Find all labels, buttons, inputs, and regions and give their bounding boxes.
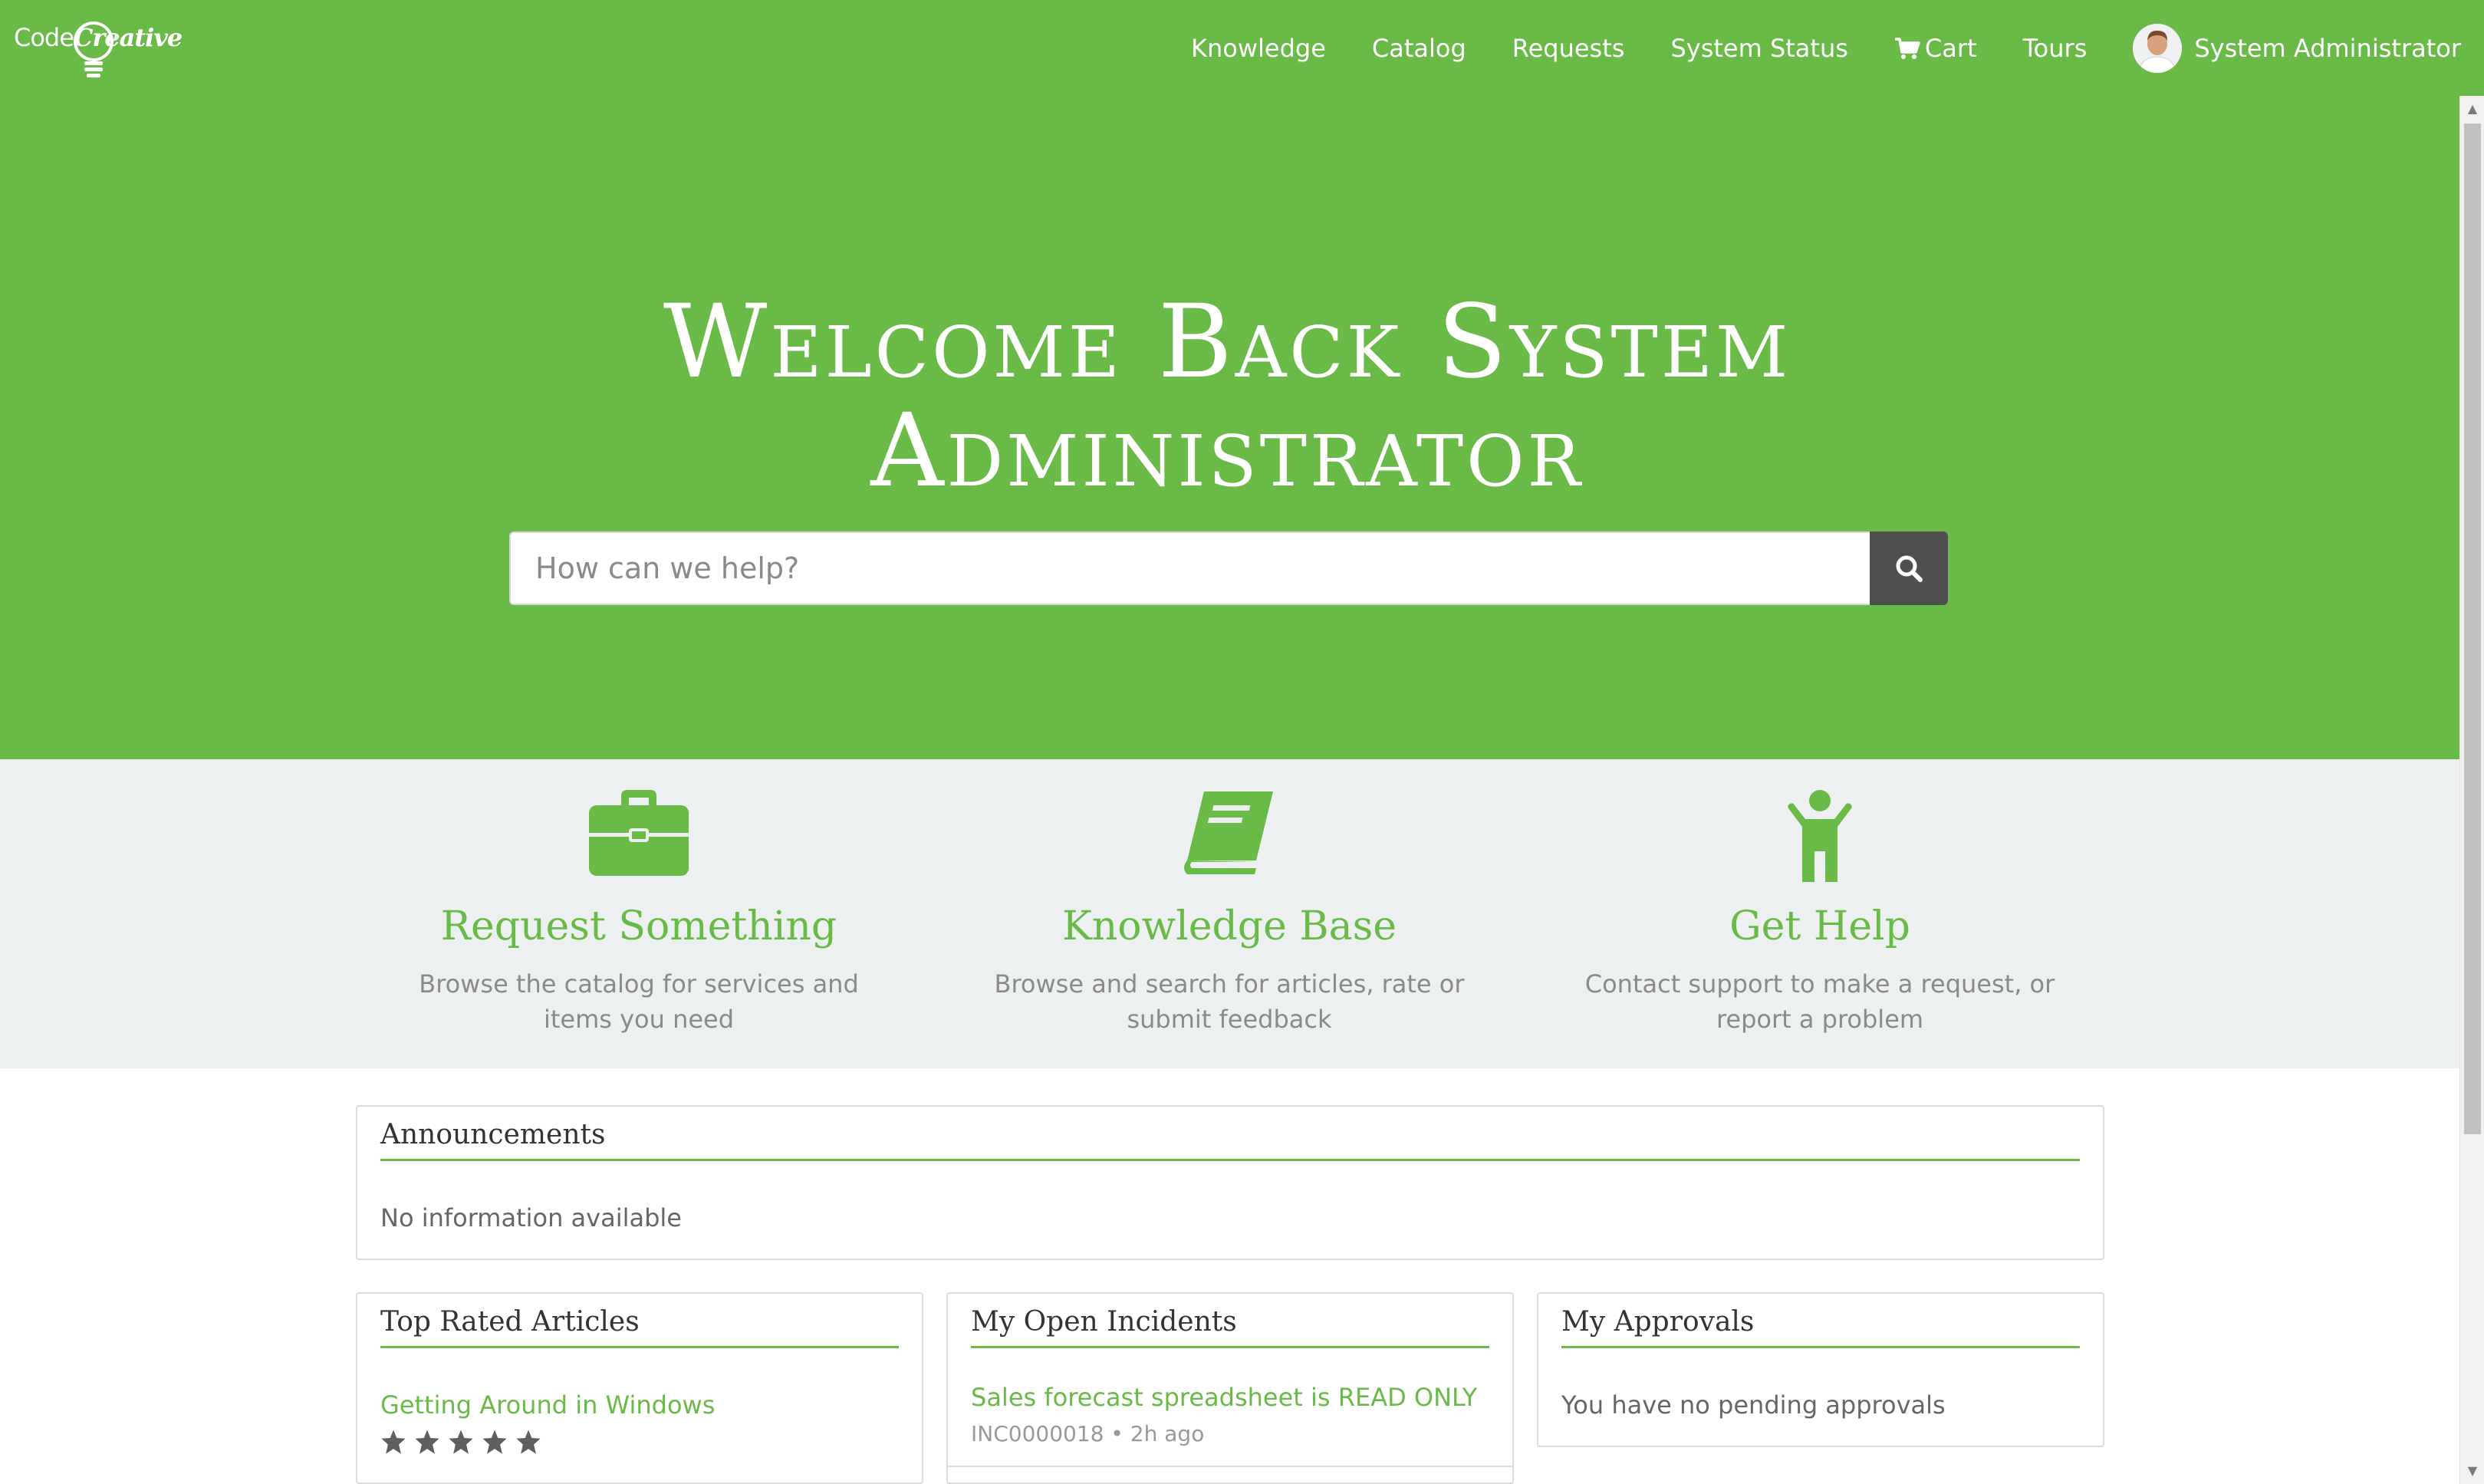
person-icon bbox=[1788, 790, 1852, 882]
incident-number: INC0000018 bbox=[971, 1421, 1104, 1446]
empty-state-text: No information available bbox=[380, 1203, 682, 1232]
approvals-panel: My Approvals You have no pending approva… bbox=[1537, 1292, 2104, 1447]
divider bbox=[971, 1346, 1489, 1348]
open-incidents-panel: My Open Incidents Sales forecast spreads… bbox=[946, 1292, 1514, 1484]
panel-title: Top Rated Articles bbox=[380, 1306, 640, 1338]
feature-title: Knowledge Base bbox=[1061, 903, 1397, 949]
logo-text-plain: Code bbox=[14, 23, 74, 52]
feature-description: Contact support to make a request, or re… bbox=[1584, 969, 2055, 1034]
incident-age: 2h ago bbox=[1130, 1421, 1205, 1446]
welcome-heading: Welcome Back System Administrator bbox=[0, 288, 2454, 505]
main-nav: Knowledge Catalog Requests System Status… bbox=[1145, 0, 2461, 96]
avatar bbox=[2133, 23, 2183, 73]
incident-link[interactable]: Sales forecast spreadsheet is READ ONLY bbox=[971, 1383, 1477, 1412]
nav-requests[interactable]: Requests bbox=[1512, 34, 1625, 63]
welcome-heading-line1: Welcome Back System bbox=[663, 283, 1791, 401]
scrollbar-thumb[interactable] bbox=[2464, 123, 2481, 1134]
feature-get-help[interactable]: Get Help Contact support to make a reque… bbox=[1555, 759, 2084, 1068]
feature-request-something[interactable]: Request Something Browse the catalog for… bbox=[374, 759, 903, 1068]
nav-tours[interactable]: Tours bbox=[2023, 34, 2088, 63]
logo-text-bold: Creative bbox=[73, 23, 183, 52]
search-input[interactable] bbox=[511, 533, 1868, 604]
panel-title: My Approvals bbox=[1561, 1306, 1755, 1338]
divider bbox=[380, 1346, 899, 1348]
nav-catalog[interactable]: Catalog bbox=[1372, 34, 1466, 63]
feature-description: Browse the catalog for services and item… bbox=[419, 969, 859, 1034]
top-rated-articles-panel: Top Rated Articles Getting Around in Win… bbox=[356, 1292, 923, 1484]
star-icon bbox=[449, 1430, 473, 1454]
feature-title: Request Something bbox=[440, 903, 837, 949]
feature-knowledge-base[interactable]: Knowledge Base Browse and search for art… bbox=[965, 759, 1494, 1068]
feature-icon-wrap bbox=[1555, 788, 2084, 888]
feature-description: Browse and search for articles, rate or … bbox=[994, 969, 1465, 1034]
star-icon bbox=[482, 1430, 507, 1454]
article-link[interactable]: Getting Around in Windows bbox=[380, 1390, 715, 1420]
user-menu[interactable]: System Administrator bbox=[2133, 23, 2461, 73]
scroll-up-icon[interactable]: ▲ bbox=[2465, 100, 2480, 116]
star-rating bbox=[380, 1429, 549, 1455]
feature-title: Get Help bbox=[1729, 903, 1910, 949]
star-icon bbox=[381, 1430, 406, 1454]
divider bbox=[948, 1466, 1512, 1467]
incident-meta: INC0000018 • 2h ago bbox=[971, 1421, 1205, 1446]
nav-cart[interactable]: Cart bbox=[1894, 34, 1977, 63]
announcements-panel: Announcements No information available bbox=[356, 1105, 2104, 1260]
page-scrollbar[interactable]: ▲ ▼ bbox=[2459, 96, 2484, 1484]
star-icon bbox=[415, 1430, 439, 1454]
empty-state-text: You have no pending approvals bbox=[1561, 1390, 1946, 1420]
hero-section: Welcome Back System Administrator bbox=[0, 96, 2484, 759]
brand-logo[interactable]: CodeCreative bbox=[14, 17, 183, 83]
feature-band: Request Something Browse the catalog for… bbox=[0, 759, 2459, 1068]
star-icon bbox=[516, 1430, 541, 1454]
nav-knowledge[interactable]: Knowledge bbox=[1191, 34, 1326, 63]
search-bar bbox=[509, 531, 1948, 605]
search-button[interactable] bbox=[1870, 531, 1948, 605]
feature-icon-wrap bbox=[965, 788, 1494, 888]
top-navbar: CodeCreative Knowledge Catalog Requests … bbox=[0, 0, 2484, 96]
briefcase-icon bbox=[589, 790, 689, 876]
nav-cart-label: Cart bbox=[1924, 33, 1977, 63]
divider bbox=[1561, 1346, 2080, 1348]
nav-system-status[interactable]: System Status bbox=[1670, 34, 1847, 63]
book-icon bbox=[1184, 791, 1273, 874]
user-name: System Administrator bbox=[2194, 33, 2461, 63]
search-icon bbox=[1896, 555, 1923, 582]
feature-icon-wrap bbox=[374, 788, 903, 888]
user-avatar-icon bbox=[2133, 23, 2183, 73]
scroll-down-icon[interactable]: ▼ bbox=[2465, 1463, 2480, 1478]
panel-title: My Open Incidents bbox=[971, 1306, 1237, 1338]
panel-title: Announcements bbox=[380, 1119, 606, 1150]
welcome-heading-line2: Administrator bbox=[870, 392, 1584, 510]
divider bbox=[380, 1159, 2080, 1161]
logo-text: CodeCreative bbox=[14, 23, 183, 52]
cart-icon bbox=[1894, 37, 1920, 59]
